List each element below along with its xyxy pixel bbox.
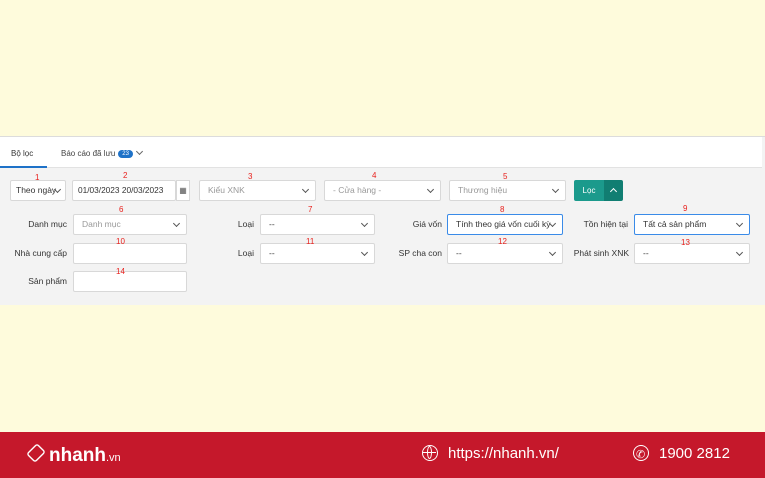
chevron-up-icon [609,187,618,196]
cost-value: Tính theo giá vốn cuối kỳ [456,219,551,229]
period-select[interactable]: Theo ngày [10,180,66,201]
globe-icon [422,445,438,461]
cost-label: Giá vốn [412,219,442,229]
marker-13: 13 [681,238,690,247]
chevron-down-icon [548,248,557,257]
chevron-down-icon [360,248,369,257]
marker-12: 12 [498,237,507,246]
parent-child-value: -- [456,248,462,258]
filter-button[interactable]: Lọc [574,180,604,201]
marker-5: 5 [503,172,508,181]
parent-child-select[interactable]: -- [447,243,563,264]
marker-4: 4 [372,171,377,180]
type-select-2[interactable]: -- [260,243,375,264]
xnk-occurrence-value: -- [643,248,649,258]
date-range-input[interactable]: 01/03/2023 20/03/2023 [72,180,176,201]
marker-6: 6 [119,205,124,214]
website-link[interactable]: https://nhanh.vn/ [422,444,559,464]
xnk-type-placeholder: Kiểu XNK [208,185,245,195]
tab-saved-label: Báo cáo đã lưu [61,149,116,158]
brand-placeholder: Thương hiệu [458,185,508,195]
stock-value: Tất cả sản phẩm [643,219,707,229]
marker-2: 2 [123,171,128,180]
date-from: 01/03/2023 [78,185,120,195]
nhanh-logo: nhanh.vn [26,442,121,470]
marker-1: 1 [35,173,40,182]
tab-filter[interactable]: Bộ lọc [0,149,48,168]
supplier-input[interactable] [73,243,187,264]
marker-11: 11 [306,237,315,246]
xnk-type-select[interactable]: Kiểu XNK [199,180,316,201]
marker-8: 8 [500,205,505,214]
logo-suffix: .vn [106,452,121,464]
type-label-2: Loại [237,248,254,258]
website-text: https://nhanh.vn/ [448,445,559,462]
type-value: -- [269,219,275,229]
filter-panel: Bộ lọc Báo cáo đã lưu 23 Theo ngày 01/03/… [0,136,765,305]
chevron-down-icon [735,219,744,228]
chevron-down-icon [360,219,369,228]
hotline-text: 1900 2812 [659,445,730,462]
product-label: Sản phẩm [28,276,67,286]
phone-icon [633,445,649,465]
chevron-down-icon [426,185,435,194]
hotline[interactable]: 1900 2812 [633,444,730,465]
store-placeholder: - Cửa hàng - [333,185,382,195]
collapse-button[interactable] [604,180,623,201]
chevron-down-icon [551,185,560,194]
store-select[interactable]: - Cửa hàng - [324,180,441,201]
chevron-down-icon [735,248,744,257]
marker-14: 14 [116,267,125,276]
stock-select[interactable]: Tất cả sản phẩm [634,214,750,235]
stock-label: Tồn hiện tại [583,219,628,229]
category-placeholder: Danh mục [82,219,121,229]
parent-child-label: SP cha con [398,248,442,258]
chevron-down-icon [135,147,144,156]
type-value-2: -- [269,248,275,258]
saved-count-badge: 23 [118,149,133,158]
logo-text: nhanh [49,445,106,466]
footer-banner: nhanh.vn https://nhanh.vn/ 1900 2812 [0,432,765,478]
category-select[interactable]: Danh mục [73,214,187,235]
nhanh-logo-icon [26,443,46,463]
type-label: Loại [237,219,254,229]
date-to: 20/03/2023 [121,185,164,195]
category-label: Danh mục [28,219,67,229]
type-select[interactable]: -- [260,214,375,235]
supplier-label: Nhà cung cấp [14,248,67,258]
marker-7: 7 [308,205,313,214]
marker-10: 10 [116,237,125,246]
calendar-icon[interactable]: ▦ [176,180,190,201]
xnk-occurrence-label: Phát sinh XNK [573,248,629,258]
xnk-occurrence-select[interactable]: -- [634,243,750,264]
product-input[interactable] [73,271,187,292]
brand-select[interactable]: Thương hiệu [449,180,566,201]
marker-3: 3 [248,172,253,181]
chevron-down-icon [172,219,181,228]
tab-saved-reports[interactable]: Báo cáo đã lưu 23 [61,147,144,158]
chevron-down-icon [301,185,310,194]
tab-bar: Bộ lọc Báo cáo đã lưu 23 [0,137,762,168]
marker-9: 9 [683,204,688,213]
period-value: Theo ngày [16,185,57,195]
cost-select[interactable]: Tính theo giá vốn cuối kỳ [447,214,563,235]
